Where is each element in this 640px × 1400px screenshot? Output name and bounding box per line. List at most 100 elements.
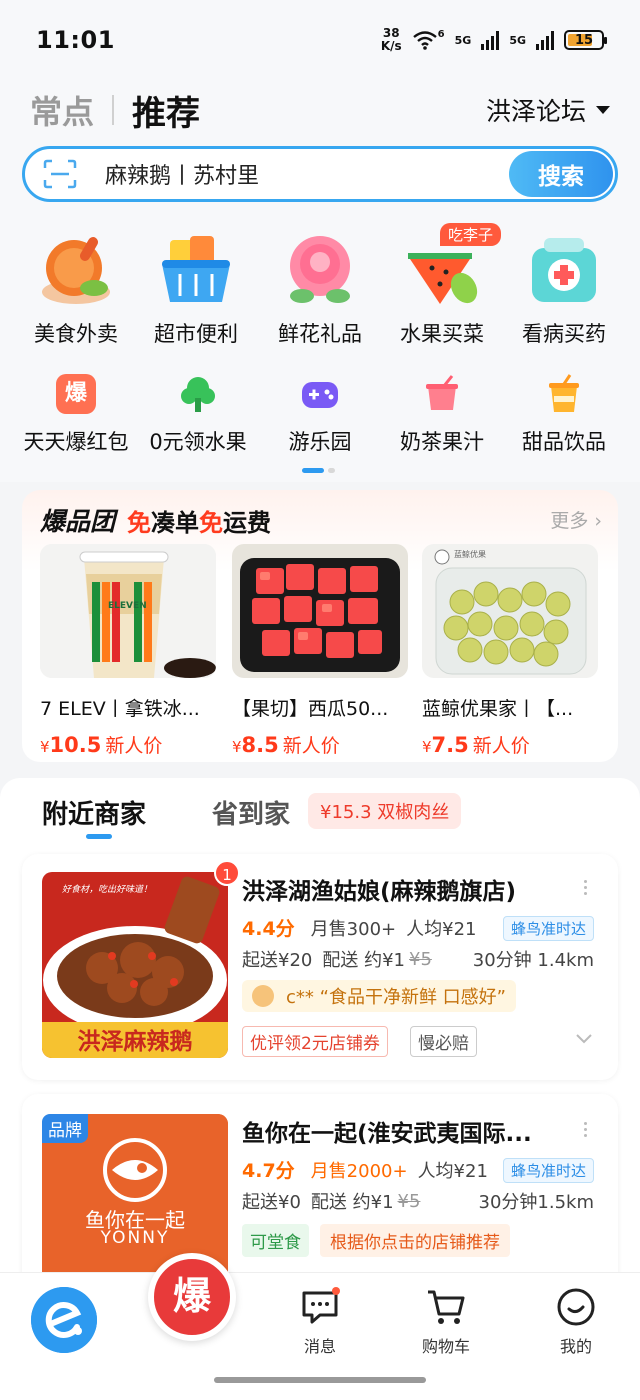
search-button[interactable]: 搜索 xyxy=(509,151,613,197)
more-options-icon[interactable] xyxy=(584,880,588,898)
shop-delivery-info: 起送¥0 配送 约¥1 ¥5 30分钟1.5km xyxy=(242,1190,594,1214)
brand-badge: 品牌 xyxy=(42,1114,88,1143)
battery-icon: 15 xyxy=(564,30,607,50)
more-link[interactable]: 更多 › xyxy=(550,506,602,533)
network-speed: 38 K/s xyxy=(380,26,402,53)
category-flowers[interactable]: 鲜花礼品 xyxy=(258,230,382,348)
product-name: 蓝鲸优果家丨【... xyxy=(422,698,574,720)
nav-cart[interactable]: 购物车 xyxy=(396,1283,496,1357)
chevron-down-icon[interactable] xyxy=(576,1034,592,1044)
page-indicator xyxy=(302,468,335,473)
sim2-type: 5G xyxy=(509,33,526,47)
tree-icon xyxy=(178,374,218,414)
signal-icon xyxy=(536,30,554,50)
product-image-latte: ELEVEN xyxy=(40,544,216,678)
tab-underline xyxy=(86,834,112,839)
location-selector[interactable]: 洪泽论坛 xyxy=(486,92,610,128)
baopin-logo: 爆品团 xyxy=(40,507,116,536)
medicine-icon xyxy=(524,230,604,310)
message-icon xyxy=(300,1287,340,1327)
product-card[interactable]: 蓝鲸优果 蓝鲸优果家丨【... ¥7.5 新人价 xyxy=(422,544,598,758)
category-food[interactable]: 美食外卖 xyxy=(14,230,138,348)
category-medicine[interactable]: 看病买药 xyxy=(502,230,626,348)
reviewer-avatar xyxy=(252,985,274,1007)
shop-image: 好食材，吃出好味道！ 洪泽麻辣鹅 xyxy=(42,872,228,1058)
status-icons: 38 K/s 6 5G 5G 15 xyxy=(380,26,607,53)
category-free-fruit[interactable]: 0元领水果 xyxy=(136,374,260,456)
product-image-watermelon xyxy=(232,544,408,678)
product-card[interactable]: 【果切】西瓜50... ¥8.5 新人价 xyxy=(232,544,408,758)
red-packet-icon: 爆 xyxy=(56,374,96,414)
guarantee-tag: 慢必赔 xyxy=(410,1026,477,1057)
nav-messages[interactable]: 消息 xyxy=(270,1283,370,1357)
shop-card[interactable]: 好食材，吃出好味道！ 洪泽麻辣鹅 1 洪泽湖渔姑娘(麻辣鹅旗店) 4.4分 月售… xyxy=(22,854,618,1080)
product-card[interactable]: ELEVEN 7 ELEV丨拿铁冰... ¥10.5 新人价 xyxy=(40,544,216,758)
basket-icon xyxy=(156,230,236,310)
category-supermarket[interactable]: 超市便利 xyxy=(134,230,258,348)
category-fruit-veg[interactable]: 水果买菜 xyxy=(380,230,504,348)
category-dessert[interactable]: 甜品饮品 xyxy=(502,374,626,456)
svg-text:ELEVEN: ELEVEN xyxy=(108,601,147,611)
search-input[interactable]: 麻辣鹅丨苏村里 xyxy=(105,158,259,190)
product-price: ¥7.5 新人价 xyxy=(422,733,530,757)
category-red-packet[interactable]: 爆 天天爆红包 xyxy=(14,374,138,456)
shop-stats: 4.7分 月售2000+ 人均¥21 xyxy=(242,1160,488,1182)
product-name: 7 ELEV丨拿铁冰... xyxy=(40,698,200,720)
product-name: 【果切】西瓜50... xyxy=(232,698,389,720)
baopin-button[interactable]: 爆 xyxy=(148,1253,236,1341)
search-area: 麻辣鹅丨苏村里 搜索 xyxy=(0,140,640,210)
shop-card[interactable]: 品牌 鱼你在一起 YONNY 鱼你在一起(淮安武夷国际... 4.7分 月售20… xyxy=(22,1094,618,1294)
image-brand-en: YONNY xyxy=(100,1228,170,1248)
product-image-jujube: 蓝鲸优果 xyxy=(422,544,598,678)
location-label: 洪泽论坛 xyxy=(485,97,586,126)
home-indicator[interactable] xyxy=(214,1377,426,1383)
rose-icon xyxy=(280,230,360,310)
recommend-reason-tag: 根据你点击的店铺推荐 xyxy=(320,1224,510,1257)
tab-save-home[interactable]: 省到家 xyxy=(212,794,290,831)
shop-name: 鱼你在一起(淮安武夷国际... xyxy=(242,1121,532,1147)
wifi-icon xyxy=(412,31,437,50)
product-price: ¥8.5 新人价 xyxy=(232,733,340,757)
tab-nearby-shops[interactable]: 附近商家 xyxy=(42,794,146,831)
home-button[interactable] xyxy=(31,1287,97,1353)
search-box[interactable]: 麻辣鹅丨苏村里 搜索 xyxy=(22,146,618,202)
shop-name: 洪泽湖渔姑娘(麻辣鹅旗店) xyxy=(242,879,517,905)
review-snippet: c** “食品干净新鲜 口感好” xyxy=(242,980,516,1012)
tab-recommend[interactable]: 推荐 xyxy=(132,86,200,135)
food-icon xyxy=(36,230,116,310)
more-options-icon[interactable] xyxy=(584,1122,588,1140)
scan-icon[interactable] xyxy=(43,159,77,189)
shop-delivery-info: 起送¥20 配送 约¥1 ¥5 30分钟 1.4km xyxy=(242,948,594,972)
signal-icon xyxy=(481,30,500,50)
delivery-badge: 蜂鸟准时达 xyxy=(502,916,594,941)
notification-badge: 1 xyxy=(214,860,240,886)
gamepad-icon xyxy=(300,374,340,414)
status-bar: 11:01 38 K/s 6 5G 5G 15 xyxy=(0,0,640,80)
product-image-caption: 蓝鲸优果 xyxy=(454,550,486,559)
category-grid: 美食外卖 超市便利 鲜花礼品 水果买菜 吃李子 看病买药 爆 天天爆红包 0元领… xyxy=(0,210,640,482)
tab-divider xyxy=(112,95,115,125)
drink-icon xyxy=(422,374,462,414)
category-milk-tea[interactable]: 奶茶果汁 xyxy=(380,374,504,456)
baopin-title: 爆品团 免 凑单 免 运费 xyxy=(40,502,271,538)
image-caption: 洪泽麻辣鹅 xyxy=(77,1029,193,1055)
eleme-logo-icon xyxy=(31,1287,97,1353)
promo-pill[interactable]: ¥15.3 双椒肉丝 xyxy=(308,793,462,829)
top-header: 常点 推荐 洪泽论坛 xyxy=(0,80,640,140)
coupon-tag[interactable]: 优评领2元店铺券 xyxy=(242,1026,388,1057)
dine-in-tag: 可堂食 xyxy=(242,1224,309,1257)
sim1-type: 5G xyxy=(454,33,472,47)
product-price: ¥10.5 新人价 xyxy=(40,733,163,757)
nav-mine[interactable]: 我的 xyxy=(526,1283,626,1357)
category-playground[interactable]: 游乐园 xyxy=(258,374,382,456)
profile-icon xyxy=(556,1287,596,1327)
dessert-cup-icon xyxy=(544,374,584,414)
caret-down-icon xyxy=(596,106,610,114)
image-slogan: 好食材，吃出好味道！ xyxy=(62,885,153,895)
tab-frequent[interactable]: 常点 xyxy=(30,87,94,133)
cart-icon xyxy=(426,1287,466,1327)
shop-stats: 4.4分 月售300+ 人均¥21 xyxy=(242,918,477,940)
wifi-generation: 6 xyxy=(437,28,445,40)
nearby-section: 附近商家 省到家 ¥15.3 双椒肉丝 好食材，吃出好味道！ 洪泽麻辣鹅 1 洪… xyxy=(0,778,640,1294)
status-time: 11:01 xyxy=(36,26,115,54)
